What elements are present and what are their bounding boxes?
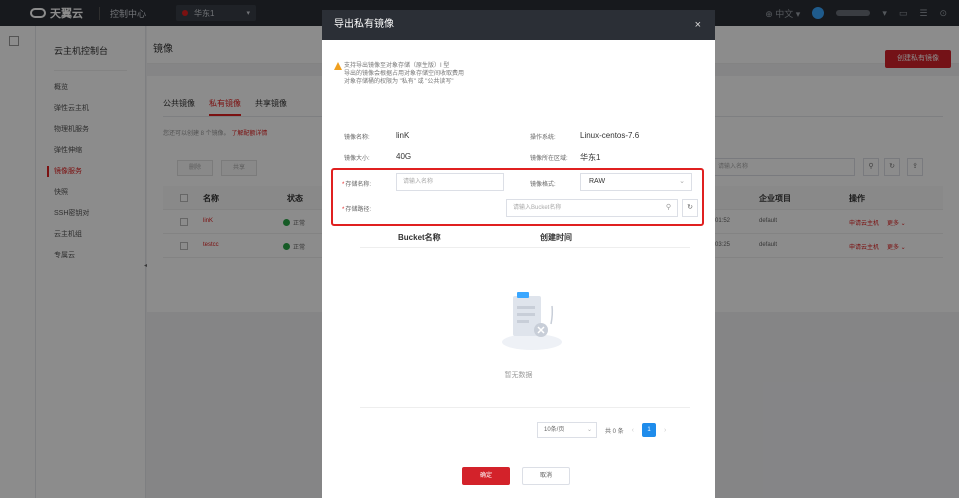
export-image-dialog: 导出私有镜像 × 支持导出镜像至对象存储（原生版）I 型 导出的镜像会根据占用对…	[322, 10, 715, 498]
image-name-label: 镜像名称:	[344, 135, 370, 141]
dialog-header: 导出私有镜像 ×	[322, 10, 715, 40]
chevron-down-icon: ⌄	[586, 427, 592, 433]
empty-data-illustration	[502, 292, 562, 350]
close-icon[interactable]: ×	[695, 10, 701, 40]
page-size-value: 10条/页	[544, 427, 565, 433]
warning-line: 支持导出镜像至对象存储（原生版）I 型	[344, 63, 450, 69]
dialog-title: 导出私有镜像	[334, 19, 394, 30]
warning-line: 对象存储桶的权限为 "私有" 或 "公共读写"	[344, 79, 454, 85]
image-size-label: 镜像大小:	[344, 156, 370, 162]
image-region-value: 华东1	[580, 153, 601, 162]
page-number-current[interactable]: 1	[642, 423, 657, 437]
export-warning: 支持导出镜像至对象存储（原生版）I 型 导出的镜像会根据占用对象存储空间收取费用…	[334, 62, 465, 86]
column-created-time: 创建时间	[540, 233, 572, 242]
next-page-icon[interactable]: ›	[664, 427, 666, 434]
bucket-table-header: Bucket名称 创建时间	[360, 230, 690, 248]
os-value: Linux-centos-7.6	[580, 131, 640, 140]
image-size-value: 40G	[396, 152, 412, 161]
warning-icon	[334, 62, 342, 70]
confirm-button[interactable]: 确定	[462, 467, 510, 485]
page-size-select[interactable]: 10条/页 ⌄	[537, 422, 597, 438]
pager-divider	[360, 407, 690, 408]
cancel-button[interactable]: 取消	[522, 467, 570, 485]
prev-page-icon[interactable]: ‹	[632, 427, 634, 434]
warning-line: 导出的镜像会根据占用对象存储空间收取费用	[344, 71, 465, 77]
os-label: 操作系统:	[530, 135, 556, 141]
pagination: 10条/页 ⌄ 共 0 条 ‹ 1 ›	[537, 422, 666, 438]
column-bucket-name: Bucket名称	[398, 233, 441, 242]
image-name-value: linK	[396, 131, 410, 140]
total-count: 共 0 条	[605, 428, 624, 435]
empty-data-text: 暂无数据	[504, 372, 533, 379]
image-region-label: 镜像所在区域:	[530, 156, 568, 162]
highlight-box	[331, 168, 704, 226]
